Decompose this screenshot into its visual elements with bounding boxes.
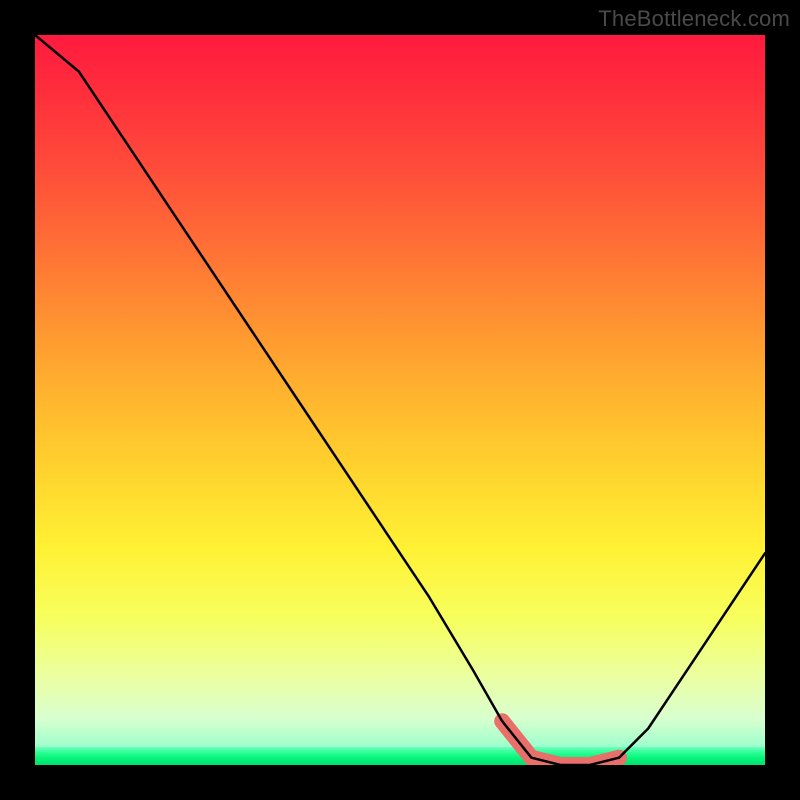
chart-frame: TheBottleneck.com bbox=[0, 0, 800, 800]
attribution-text: TheBottleneck.com bbox=[598, 6, 790, 32]
gradient-background bbox=[35, 35, 765, 747]
green-band bbox=[35, 747, 765, 765]
plot-area bbox=[35, 35, 765, 765]
